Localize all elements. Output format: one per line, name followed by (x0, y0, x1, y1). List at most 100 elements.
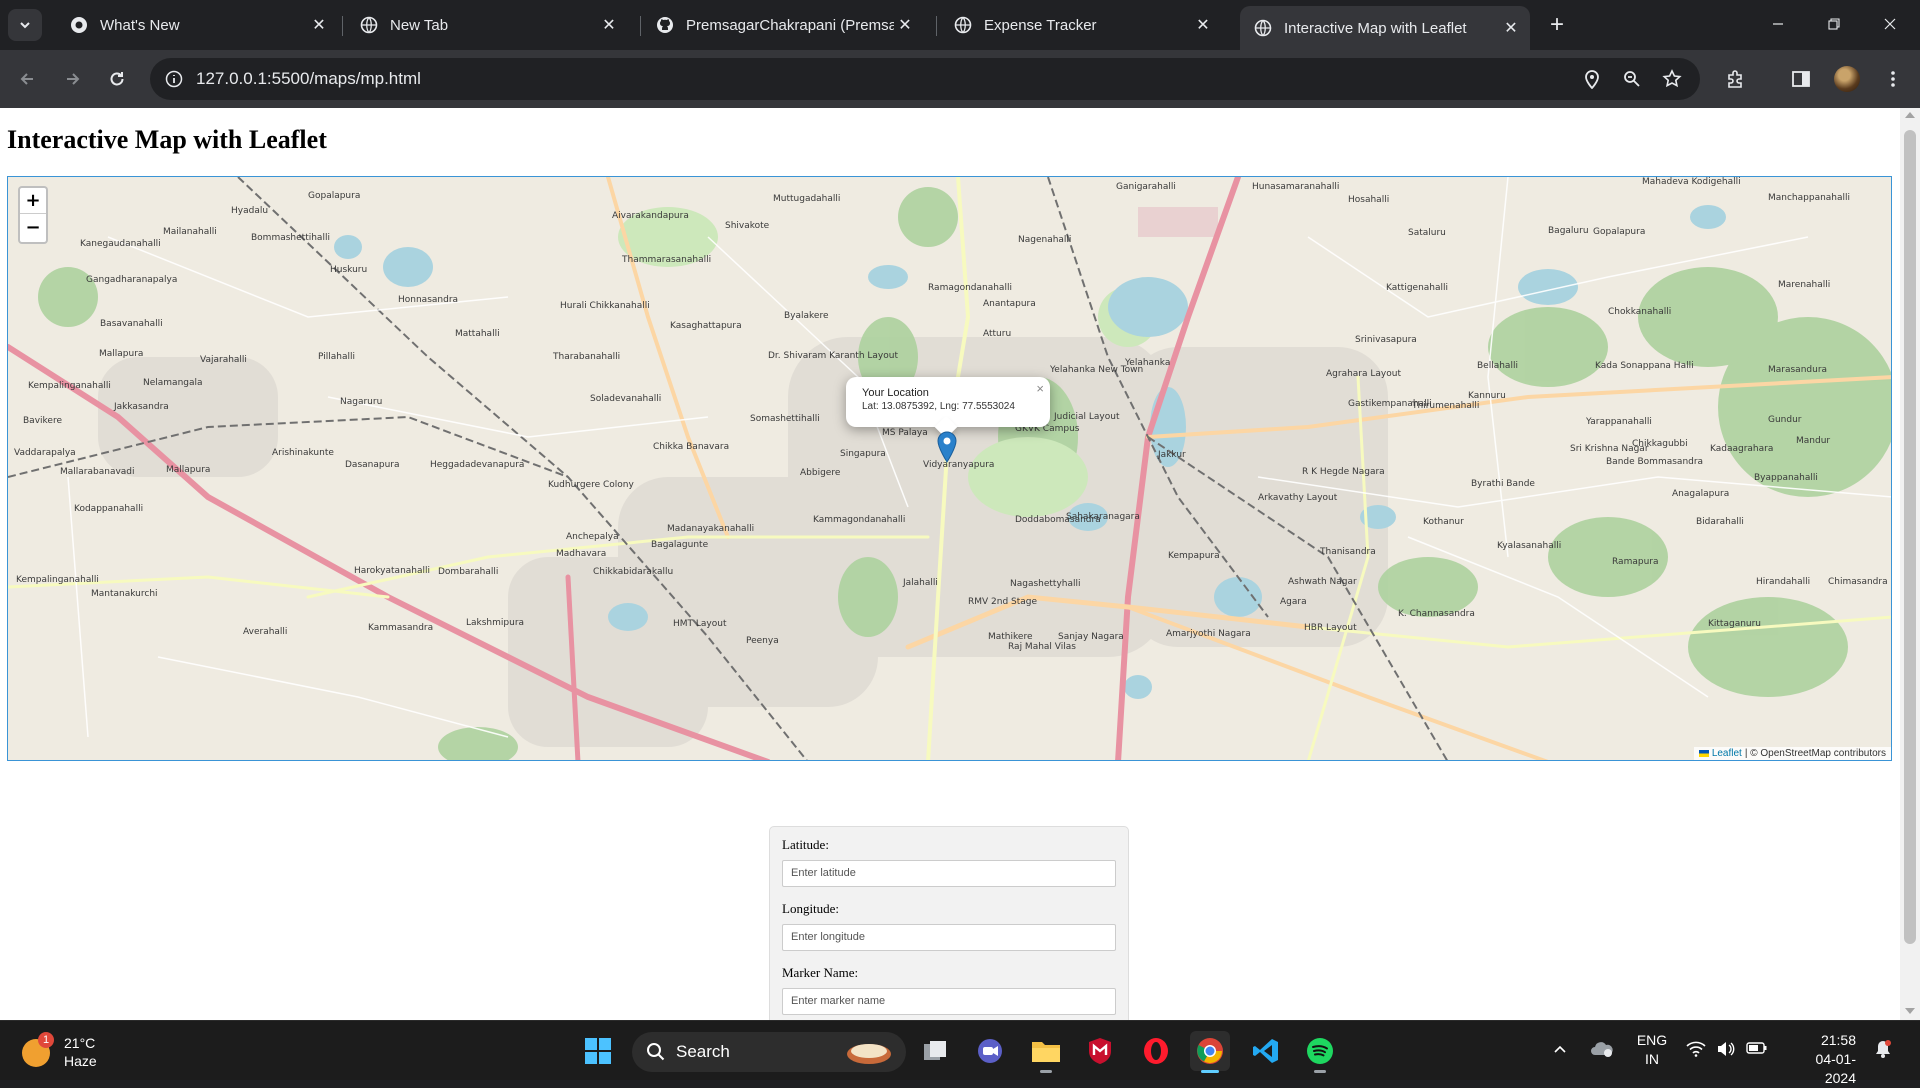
tab-search-button[interactable] (8, 9, 42, 41)
system-clock[interactable]: 21:58 04-01-2024 (1786, 1031, 1856, 1088)
profile-avatar[interactable] (1834, 66, 1860, 92)
task-view-button[interactable] (916, 1031, 956, 1071)
zoom-in-button[interactable]: + (20, 188, 46, 214)
tab-label: Interactive Map with Leaflet (1284, 19, 1467, 37)
location-pin-icon[interactable] (1580, 67, 1604, 91)
forward-button[interactable] (58, 64, 88, 94)
map-place-label: Nagenahalli (1018, 235, 1072, 245)
teams-app[interactable] (970, 1031, 1010, 1071)
restore-button[interactable] (1806, 0, 1862, 48)
zoom-out-button[interactable]: − (20, 214, 46, 240)
globe-icon (1254, 19, 1272, 37)
attribution-text[interactable]: | © OpenStreetMap contributors (1745, 748, 1886, 759)
close-icon[interactable]: ✕ (308, 14, 330, 36)
map-place-label: Ramapura (1612, 557, 1659, 567)
wifi-icon[interactable] (1686, 1041, 1706, 1060)
map-place-label: Bidarahalli (1696, 517, 1744, 527)
bookmark-star-icon[interactable] (1660, 67, 1684, 91)
region-code: IN (1645, 1051, 1659, 1067)
page-viewport: Interactive Map with Leaflet + − Gopalap… (0, 108, 1920, 1026)
kebab-menu-icon[interactable] (1878, 64, 1908, 94)
tab-expense-tracker[interactable]: Expense Tracker ✕ (940, 6, 1222, 44)
mcafee-app[interactable] (1080, 1031, 1120, 1071)
spotify-app[interactable] (1300, 1031, 1340, 1073)
notification-bell-icon[interactable] (1874, 1039, 1892, 1062)
minimize-button[interactable] (1750, 0, 1806, 48)
restore-icon (1828, 18, 1840, 30)
scroll-up-arrow-icon[interactable] (1905, 112, 1915, 118)
location-popup: Your Location Lat: 13.0875392, Lng: 77.5… (846, 377, 1050, 439)
tab-interactive-map[interactable]: Interactive Map with Leaflet ✕ (1240, 6, 1530, 50)
side-panel-icon[interactable] (1786, 64, 1816, 94)
back-button[interactable] (12, 64, 42, 94)
reload-button[interactable] (102, 64, 132, 94)
chrome-app[interactable] (1190, 1031, 1230, 1073)
close-window-button[interactable] (1862, 0, 1918, 48)
map-place-label: Aivarakandapura (612, 211, 689, 221)
language-indicator[interactable]: ENG IN (1634, 1031, 1670, 1069)
leaflet-map[interactable]: + − Gopalapura Hyadalu Mailanahalli Kanegau… (7, 176, 1892, 761)
close-icon[interactable]: ✕ (1500, 17, 1522, 39)
start-button[interactable] (578, 1031, 618, 1071)
map-place-label: Bavikere (23, 416, 62, 426)
map-place-label: Chikkagubbi (1632, 439, 1688, 449)
close-icon[interactable]: ✕ (1192, 14, 1214, 36)
tab-strip: What's New ✕ New Tab ✕ PremsagarChakrapa… (0, 0, 1920, 50)
map-place-label: Nagaruru (340, 397, 383, 407)
longitude-input[interactable]: Enter longitude (782, 924, 1116, 951)
close-icon[interactable]: ✕ (598, 14, 620, 36)
map-place-label: Mallapura (99, 349, 144, 359)
map-place-label: Abbigere (800, 468, 841, 478)
map-place-label: Chikka Banavara (653, 442, 730, 452)
tab-github[interactable]: PremsagarChakrapani (Premsag ✕ (642, 6, 924, 44)
latitude-label: Latitude: (782, 837, 829, 852)
reload-icon (110, 72, 124, 86)
map-place-label: Dasanapura (345, 460, 400, 470)
location-marker[interactable] (937, 431, 957, 468)
close-icon[interactable]: ✕ (894, 14, 916, 36)
zoom-icon[interactable] (1620, 67, 1644, 91)
map-place-label: Yelahanka New Town (1050, 365, 1144, 375)
tab-new-tab[interactable]: New Tab ✕ (346, 6, 628, 44)
map-place-label: Kothanur (1423, 517, 1464, 527)
onedrive-icon[interactable] (1590, 1039, 1614, 1062)
volume-icon[interactable] (1716, 1041, 1736, 1060)
leaflet-link[interactable]: Leaflet (1712, 748, 1742, 759)
map-place-label: Huskuru (330, 265, 368, 275)
extensions-icon[interactable] (1720, 64, 1750, 94)
map-place-label: Tharabanahalli (553, 352, 621, 362)
marker-name-input[interactable]: Enter marker name (782, 988, 1116, 1015)
tab-whats-new[interactable]: What's New ✕ (56, 6, 338, 44)
map-place-label: Kada Sonappana Halli (1595, 361, 1694, 371)
chrome-icon (70, 16, 88, 34)
file-explorer-app[interactable] (1026, 1031, 1066, 1073)
scroll-down-arrow-icon[interactable] (1905, 1008, 1915, 1014)
search-label: Search (676, 1042, 730, 1061)
map-place-label: Agrahara Layout (1326, 369, 1401, 379)
new-tab-button[interactable]: + (1542, 10, 1572, 40)
map-place-label: Lakshmipura (466, 618, 525, 628)
page-scrollbar[interactable] (1900, 108, 1920, 1020)
popup-close-button[interactable]: × (1036, 381, 1044, 396)
clock-date: 04-01-2024 (1815, 1051, 1856, 1086)
show-hidden-icons-button[interactable] (1552, 1041, 1568, 1060)
address-bar[interactable]: 127.0.0.1:5500/maps/mp.html (150, 58, 1700, 100)
latitude-input[interactable]: Enter latitude (782, 860, 1116, 887)
opera-app[interactable] (1136, 1031, 1176, 1071)
taskbar-search[interactable]: Search (632, 1032, 906, 1072)
map-place-label: Madanayakanahalli (667, 524, 755, 534)
url-text[interactable]: 127.0.0.1:5500/maps/mp.html (196, 69, 421, 89)
vscode-app[interactable] (1246, 1031, 1286, 1071)
map-place-label: MS Palaya (882, 428, 928, 438)
zoom-control: + − (18, 186, 48, 244)
battery-icon[interactable] (1746, 1041, 1768, 1058)
search-icon (647, 1043, 665, 1061)
map-place-label: Vidyaranyapura (923, 460, 995, 470)
scrollbar-thumb[interactable] (1904, 130, 1916, 944)
vscode-icon (1253, 1039, 1278, 1063)
map-place-label: Kanegaudanahalli (80, 239, 161, 249)
map-place-label: Mahadeva Kodigehalli (1642, 177, 1741, 187)
weather-widget[interactable]: 1 21°C Haze (22, 1031, 142, 1073)
site-info-icon[interactable] (162, 67, 186, 91)
globe-icon (954, 16, 972, 34)
